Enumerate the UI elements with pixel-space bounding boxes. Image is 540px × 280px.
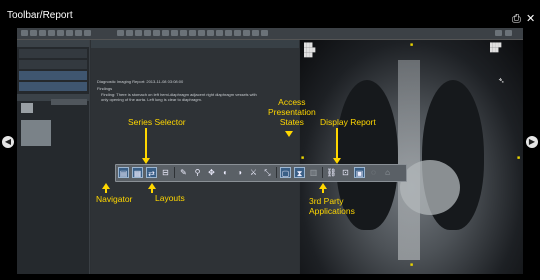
viewer-top-toolbar [17,28,523,40]
annotation-icon[interactable]: ⤡ [262,167,273,178]
layouts-icon[interactable]: ⊟ [160,167,171,178]
toolbar-tool-icon[interactable] [135,30,142,36]
toolbar-tool-icon[interactable] [180,30,187,36]
zoom-icon[interactable]: ⚲ [192,167,203,178]
callout-line: Presentation [268,107,316,117]
context-chip[interactable] [51,99,87,105]
viewer-application: Diagnostic Imaging Report: 2013-11-08 03… [17,28,523,274]
xray-overlay-text: ████ ███ [490,42,502,52]
orientation-marker: ■ [517,155,521,161]
panel-header [17,40,89,47]
callout-line: Access [278,97,306,107]
callout-arrow-down [285,131,293,137]
tool-dim-1-icon[interactable]: ◌ [368,167,379,178]
navigator-icon[interactable]: ▤ [118,167,129,178]
toolbar-tool-icon[interactable] [261,30,268,36]
pencil-icon[interactable]: ✎ [178,167,189,178]
xray-spine [398,60,420,260]
panel-row-selected[interactable] [19,82,87,91]
tool-dim-2-icon[interactable]: ⌂ [382,167,393,178]
callout-third-party-apps: 3rd Party Applications [309,196,355,216]
panel-row-selected[interactable] [19,71,87,80]
callout-line: States [279,117,304,127]
callout-layouts: Layouts [155,193,185,203]
toolbar-tool-icon[interactable] [48,30,55,36]
toolbar-tool-icon[interactable] [75,30,82,36]
close-icon[interactable]: ✕ [526,14,535,25]
report-title: Diagnostic Imaging Report: 2013-11-08 03… [97,79,184,84]
toolbar-tool-icon[interactable] [207,30,214,36]
toolbar-tool-icon[interactable] [216,30,223,36]
chevron-left-icon[interactable]: ◀ [2,136,14,148]
orientation-marker: ■ [301,155,305,161]
toolbar-tool-icon[interactable] [66,30,73,36]
series-grid-icon[interactable]: ▦ [132,167,143,178]
third-party-apps-icon[interactable]: ⊡ [340,167,351,178]
toolbar-tool-icon[interactable] [252,30,259,36]
chevron-right-icon[interactable]: ▶ [526,136,538,148]
link-icon[interactable]: ⛓ [326,167,337,178]
orientation-marker: ■ [410,42,414,48]
series-selector-icon[interactable]: ⇄ [146,167,157,178]
window-title: Toolbar/Report [7,10,73,21]
toolbar-tool-icon[interactable] [495,30,502,36]
toolbar-separator [322,167,323,178]
toolbar-separator [276,167,277,178]
toolbar-tool-icon[interactable] [162,30,169,36]
toolbar-separator [174,167,175,178]
measure-icon[interactable]: ⚔ [248,167,259,178]
toolbar-tool-icon[interactable] [126,30,133,36]
toolbar-tool-icon[interactable] [505,30,512,36]
report-findings-line: only opening of the aorta. Left lung is … [101,97,202,102]
window-level-icon[interactable]: ◐ [220,167,231,178]
hide-icon[interactable]: ▥ [308,167,319,178]
panel-row[interactable] [19,49,87,58]
callout-arrow-stem [145,128,147,160]
callout-display-report: Display Report [320,117,376,127]
series-thumbnail[interactable] [21,120,51,146]
toolbar-tool-icon[interactable] [39,30,46,36]
lead-marker-icon: ➴ [498,76,505,85]
toolbar-tool-icon[interactable] [57,30,64,36]
xray-viewport[interactable]: ➴ ███ ████ ███ ████ ███ ■ ■ ■ ■ [300,40,523,274]
callout-arrow-stem [105,189,107,193]
toolbar-tool-icon[interactable] [171,30,178,36]
report-section: Findings [97,86,113,91]
toolbar-tool-icon[interactable] [153,30,160,36]
callout-access-presentation-states: Access Presentation States [268,97,316,127]
toolbar-tool-icon[interactable] [144,30,151,36]
toolbar-tool-icon[interactable] [21,30,28,36]
callout-navigator: Navigator [96,194,133,204]
display-report-icon[interactable]: ▣ [354,167,365,178]
toolbar-tool-icon[interactable] [198,30,205,36]
toolbar-tool-icon[interactable] [189,30,196,36]
left-panel [17,40,90,274]
print-icon[interactable]: ⎙ [512,14,521,25]
orientation-marker: ■ [410,262,414,268]
floating-toolbar: ▤ ▦ ⇄ ⊟ ✎ ⚲ ✥ ◐ ◑ ⚔ ⤡ ▢ ⧗ ▥ ⛓ ⊡ ▣ ◌ ⌂ [115,164,407,182]
callout-arrow-stem [151,189,153,193]
callout-arrow-stem [336,128,338,160]
panel-row[interactable] [19,60,87,69]
report-tabs [91,40,299,48]
callout-series-selector: Series Selector [128,117,186,127]
series-thumbnail[interactable] [21,103,33,113]
presentation-states-icon[interactable]: ▢ [280,167,291,178]
callout-line: 3rd Party [309,196,344,206]
xray-heart [400,160,460,215]
toolbar-tool-icon[interactable] [234,30,241,36]
pan-icon[interactable]: ✥ [206,167,217,178]
callout-line: Applications [309,206,355,216]
key-images-icon[interactable]: ⧗ [294,167,305,178]
report-pane: Diagnostic Imaging Report: 2013-11-08 03… [91,40,299,274]
toolbar-tool-icon[interactable] [225,30,232,36]
toolbar-tool-icon[interactable] [243,30,250,36]
window-header: Toolbar/Report ⎙ ✕ [0,0,540,26]
callout-arrow-stem [322,189,324,193]
xray-overlay-text: ███ ████ ███ [304,42,316,57]
invert-icon[interactable]: ◑ [234,167,245,178]
toolbar-tool-icon[interactable] [84,30,91,36]
toolbar-tool-icon[interactable] [30,30,37,36]
toolbar-tool-icon[interactable] [117,30,124,36]
